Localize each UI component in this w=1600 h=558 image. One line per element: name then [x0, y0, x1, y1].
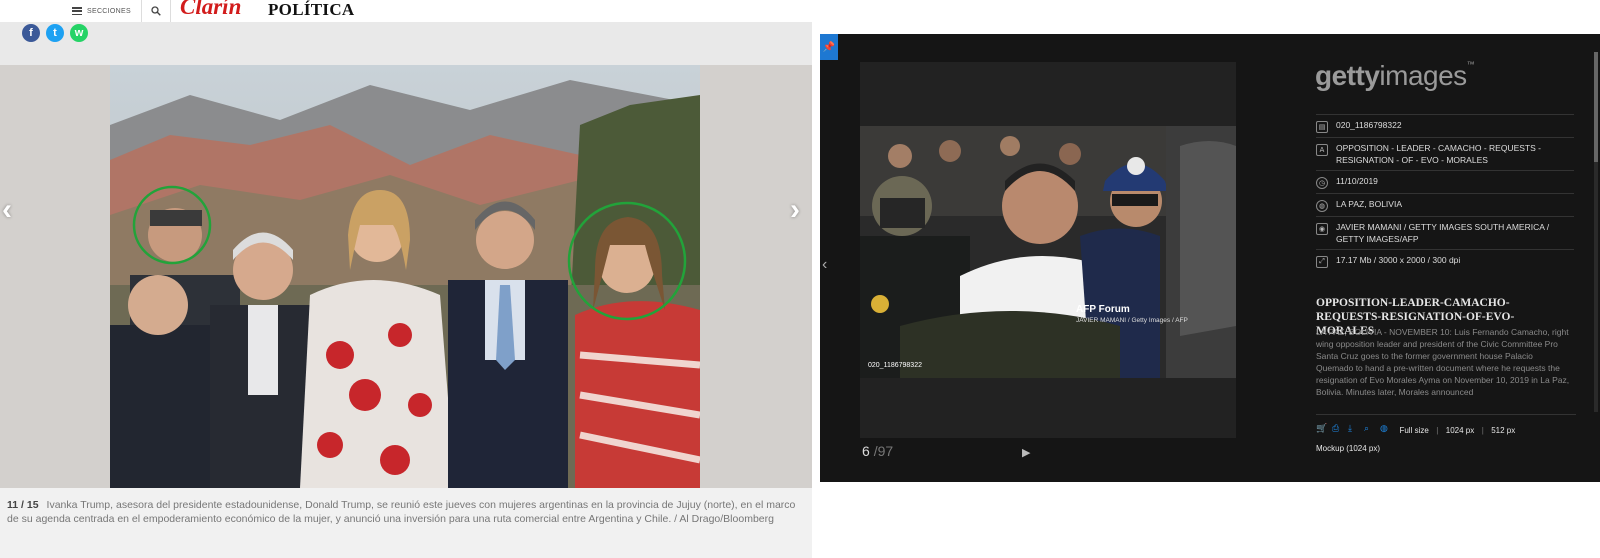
sections-menu-label: SECCIONES — [87, 7, 131, 15]
group-photo-illustration — [110, 65, 700, 488]
facebook-share-icon[interactable]: f — [22, 24, 40, 42]
metadata-row-date: ◷ 11/10/2019 — [1316, 170, 1574, 193]
twitter-share-icon[interactable]: t — [46, 24, 64, 42]
afp-watermark: AFP Forum — [1076, 304, 1130, 315]
metadata-location: LA PAZ, BOLIVIA — [1336, 199, 1402, 209]
metadata-credit: JAVIER MAMANI / GETTY IMAGES SOUTH AMERI… — [1336, 222, 1550, 244]
hamburger-icon — [72, 7, 82, 15]
size-512-link[interactable]: 512 px — [1491, 426, 1515, 435]
pin-icon[interactable]: 📌 — [820, 34, 838, 60]
logo-tm: ™ — [1466, 60, 1475, 69]
getty-viewer: 📌 ‹ 020_1186798322 AFP Forum JAVIER MAMA… — [820, 34, 1600, 482]
image-actions-toolbar: 🛒 ⎙ ⤓ ⌕ ◍ Full size | 1024 px | 512 px M… — [1316, 414, 1576, 456]
whatsapp-share-icon[interactable]: w — [70, 24, 88, 42]
metadata-title: OPPOSITION - LEADER - CAMACHO - REQUESTS… — [1336, 143, 1541, 165]
search-icon — [151, 6, 161, 16]
camera-icon: ◉ — [1316, 223, 1328, 235]
sections-menu-button[interactable]: SECCIONES — [72, 2, 131, 20]
clarin-logo[interactable]: Clarín — [180, 0, 241, 20]
cart-icon[interactable]: 🛒 — [1316, 424, 1327, 433]
mockup-link[interactable]: Mockup (1024 px) — [1316, 444, 1380, 453]
getty-images-logo[interactable]: gettyimages™ — [1315, 60, 1475, 92]
site-header: SECCIONES Clarín POLÍTICA — [0, 0, 812, 23]
afp-watermark-credit: JAVIER MAMANI / Getty Images / AFP — [1076, 317, 1188, 324]
zoom-icon[interactable]: ⌕ — [1364, 424, 1373, 433]
previous-photo-arrow-icon[interactable]: ‹ — [2, 193, 12, 227]
full-size-link[interactable]: Full size — [1399, 426, 1428, 435]
image-description: LA PAZ, BOLIVIA - NOVEMBER 10: Luis Fern… — [1316, 327, 1570, 397]
clarin-gallery-page: SECCIONES Clarín POLÍTICA f t w ‹ › 11 /… — [0, 0, 812, 558]
image-pager: 6 /97 — [862, 443, 893, 459]
caption-area: 11 / 15 Ivanka Trump, asesora del preside… — [0, 488, 812, 558]
image-metadata-list: ▤ 020_1186798322 A OPPOSITION - LEADER - C… — [1316, 114, 1574, 272]
pager-current: 6 — [862, 443, 870, 459]
metadata-row-location: ◍ LA PAZ, BOLIVIA — [1316, 193, 1574, 216]
document-icon: ▤ — [1316, 121, 1328, 133]
scrollbar-thumb[interactable] — [1594, 52, 1598, 162]
metadata-row-title: A OPPOSITION - LEADER - CAMACHO - REQUEST… — [1316, 137, 1574, 170]
metadata-date: 11/10/2019 — [1336, 176, 1378, 186]
share-bar: f t w — [0, 22, 812, 65]
photo-counter: 11 / 15 — [7, 499, 39, 511]
print-icon[interactable]: ⎙ — [1332, 424, 1341, 433]
globe-icon[interactable]: ◍ — [1380, 424, 1389, 433]
resize-icon: ⤢ — [1316, 256, 1328, 268]
metadata-size: 17.17 Mb / 3000 x 2000 / 300 dpi — [1336, 255, 1461, 265]
section-title: POLÍTICA — [268, 0, 355, 19]
photo-caption: 11 / 15 Ivanka Trump, asesora del preside… — [7, 498, 807, 526]
scrollbar[interactable] — [1594, 52, 1598, 412]
logo-images: images — [1379, 60, 1467, 91]
logo-getty: getty — [1315, 60, 1380, 91]
search-button[interactable] — [141, 0, 171, 22]
next-image-arrow-icon[interactable]: ▶ — [1022, 446, 1030, 459]
separator: | — [1481, 426, 1484, 435]
metadata-row-size: ⤢ 17.17 Mb / 3000 x 2000 / 300 dpi — [1316, 249, 1574, 272]
previous-image-arrow-icon[interactable]: ‹ — [822, 256, 827, 274]
clock-icon: ◷ — [1316, 177, 1328, 189]
metadata-id: 020_1186798322 — [1336, 120, 1402, 130]
gallery-photo — [110, 65, 700, 488]
crowd-photo-illustration — [860, 126, 1236, 378]
gallery-stage: ‹ › — [0, 65, 812, 488]
metadata-row-credit: ◉ JAVIER MAMANI / GETTY IMAGES SOUTH AMER… — [1316, 216, 1574, 249]
caption-text: Ivanka Trump, asesora del presidente est… — [7, 499, 796, 525]
separator: | — [1436, 426, 1439, 435]
text-icon: A — [1316, 144, 1328, 156]
globe-icon: ◍ — [1316, 200, 1328, 212]
next-photo-arrow-icon[interactable]: › — [790, 193, 800, 227]
pager-total: /97 — [873, 443, 894, 459]
metadata-row-id: ▤ 020_1186798322 — [1316, 114, 1574, 137]
download-icon[interactable]: ⤓ — [1348, 424, 1357, 433]
size-1024-link[interactable]: 1024 px — [1446, 426, 1474, 435]
getty-photo: 020_1186798322 AFP Forum JAVIER MAMANI /… — [860, 126, 1236, 378]
photo-code-overlay: 020_1186798322 — [868, 362, 922, 369]
